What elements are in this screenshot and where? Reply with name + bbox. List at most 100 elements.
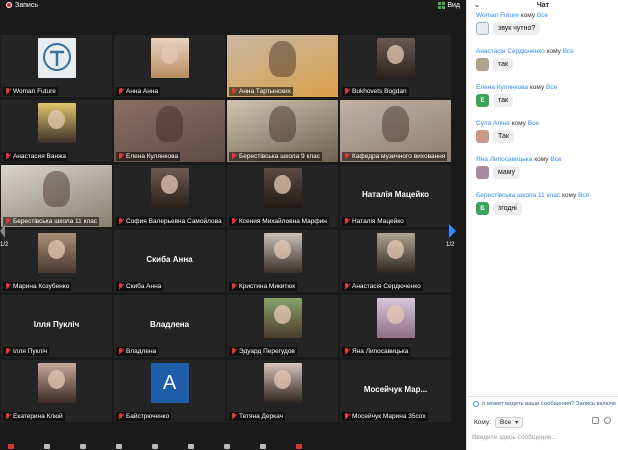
participant-tile[interactable]: Екатерина Клюй (1, 360, 112, 422)
participant-name: Скиба Анна (126, 283, 162, 290)
view-button[interactable]: Вид (438, 1, 460, 9)
participant-tile[interactable]: Woman Future (1, 35, 112, 97)
visibility-notice-text: о может видеть ваши сообщения? Запись вк… (482, 401, 617, 407)
participants-icon[interactable] (116, 444, 122, 449)
participant-tile[interactable]: Мосейчук Мар... Мосейчук Марина 35сох (340, 360, 451, 422)
participant-photo (37, 363, 76, 403)
participant-tile[interactable]: Эдуард Перегудов (227, 295, 338, 357)
chat-icon[interactable] (188, 444, 194, 449)
chat-message: Яна Липосавицька кому Все маму (476, 156, 618, 179)
reactions-icon[interactable] (260, 444, 266, 449)
participant-photo (376, 233, 415, 273)
next-page-arrow-icon[interactable] (448, 224, 456, 238)
chat-header: ⌄ Чат (467, 0, 618, 10)
participant-tile[interactable]: Берестівська школа 11 клас (1, 165, 112, 227)
chevron-down-icon: ▾ (515, 420, 519, 426)
previous-page-arrow-icon[interactable] (0, 224, 6, 238)
sender-avatar: Б (476, 202, 489, 215)
participant-name: Анна Тартынских (239, 88, 291, 95)
message-to-word: кому (529, 84, 545, 91)
muted-mic-icon (231, 348, 237, 355)
chat-message-header: Анастасія Сердюченко кому Все (476, 48, 618, 55)
participant-tile[interactable]: Анна Тартынских (227, 35, 338, 97)
participant-name-label: Анастасія Сердюченко (342, 282, 423, 291)
participant-name-label: Кристина Микитюк (229, 282, 298, 291)
visibility-notice[interactable]: о может видеть ваши сообщения? Запись вк… (473, 401, 616, 407)
more-options-icon[interactable] (604, 417, 611, 424)
participant-name: Владлена (126, 348, 157, 355)
message-sender: Яна Липосавицька (476, 156, 533, 163)
participant-tile[interactable]: Наталія Мацейко Наталія Мацейко (340, 165, 451, 227)
message-text: так (493, 94, 514, 107)
chat-message: Анастасія Сердюченко кому Все так (476, 48, 618, 71)
participant-tile[interactable]: Ілля Пукліч Ілля Пукліч (1, 295, 112, 357)
participant-photo (37, 233, 76, 273)
video-icon[interactable] (44, 444, 50, 449)
face-icon (387, 45, 404, 65)
message-sender: Анастасія Сердюченко (476, 48, 545, 55)
participant-name-label: Берестівська школа 9 клас (229, 152, 323, 161)
page-indicator-right: 1/2 (446, 242, 455, 248)
participant-display-name: Ілля Пукліч (33, 320, 80, 329)
muted-mic-icon (344, 413, 350, 420)
chat-message-input[interactable] (472, 430, 614, 444)
mute-icon[interactable] (8, 444, 14, 449)
participant-name: Марина Козубенко (13, 283, 70, 290)
muted-mic-icon (5, 283, 11, 290)
record-toolbar-icon[interactable] (224, 444, 230, 449)
participant-tile[interactable]: Владлена Владлена (114, 295, 225, 357)
participant-display-name: Скиба Анна (146, 255, 193, 264)
muted-mic-icon (118, 153, 124, 160)
participant-name: Ілля Пукліч (13, 348, 48, 355)
security-icon[interactable] (80, 444, 86, 449)
participant-photo (263, 233, 302, 273)
participant-name-label: Bukhovets Bogdan (342, 87, 409, 96)
participant-tile[interactable]: Скиба Анна Скиба Анна (114, 230, 225, 292)
participant-photo (263, 298, 302, 338)
face-icon (274, 240, 291, 260)
participant-name-label: Скиба Анна (116, 282, 164, 291)
participant-tile[interactable]: Тетяна Деркач (227, 360, 338, 422)
participant-tile[interactable]: Ксения Михайловна Марфин (227, 165, 338, 227)
participant-tile[interactable]: Кафедра музичного виховання (340, 100, 451, 162)
participant-name: Елена Кулянкова (126, 153, 179, 160)
message-sender: Woman Future (476, 12, 519, 19)
participant-name-label: София Валерьевна Самойлова (116, 217, 223, 226)
participant-name-label: Ксения Михайловна Марфин (229, 217, 329, 226)
participant-name-label: Woman Future (3, 87, 58, 96)
participant-tile[interactable]: Яна Липосавицька (340, 295, 451, 357)
participant-name: Анастасия Ванжа (13, 153, 67, 160)
file-attach-icon[interactable] (592, 417, 599, 424)
participant-photo (150, 168, 189, 208)
recording-indicator[interactable]: Запись (6, 2, 38, 9)
chat-message-header: Яна Липосавицька кому Все (476, 156, 618, 163)
participant-tile[interactable]: Берестівська школа 9 клас (227, 100, 338, 162)
record-icon (6, 2, 12, 8)
collapse-chevron-icon[interactable]: ⌄ (474, 1, 480, 9)
participant-name: Woman Future (13, 88, 56, 95)
participant-tile[interactable]: Марина Козубенко (1, 230, 112, 292)
participant-tile[interactable]: A Байстрюченко (114, 360, 225, 422)
participant-tile[interactable]: Анастасия Ванжа (1, 100, 112, 162)
recipient-dropdown[interactable]: Все ▾ (495, 417, 524, 428)
muted-mic-icon (5, 88, 11, 95)
participant-name: Берестівська школа 9 клас (239, 153, 321, 160)
participant-tile[interactable]: София Валерьевна Самойлова (114, 165, 225, 227)
participant-name: Екатерина Клюй (13, 413, 63, 420)
participant-name-label: Ілля Пукліч (3, 347, 50, 356)
participant-tile[interactable]: Bukhovets Bogdan (340, 35, 451, 97)
participant-tile[interactable]: Кристина Микитюк (227, 230, 338, 292)
chat-panel: ⌄ Чат Woman Future кому Все звук чутно? Ан… (466, 0, 618, 450)
muted-mic-icon (344, 153, 350, 160)
muted-mic-icon (118, 283, 124, 290)
muted-mic-icon (118, 218, 124, 225)
share-screen-icon[interactable] (152, 444, 158, 449)
participant-tile[interactable]: Елена Кулянкова (114, 100, 225, 162)
participant-tile[interactable]: Анна Анна (114, 35, 225, 97)
message-to-word: кому (534, 156, 549, 163)
end-meeting-icon[interactable] (296, 444, 302, 449)
participant-tile[interactable]: Анастасія Сердюченко (340, 230, 451, 292)
face-icon (161, 175, 178, 195)
muted-mic-icon (231, 283, 237, 290)
person-silhouette-icon (43, 171, 70, 208)
